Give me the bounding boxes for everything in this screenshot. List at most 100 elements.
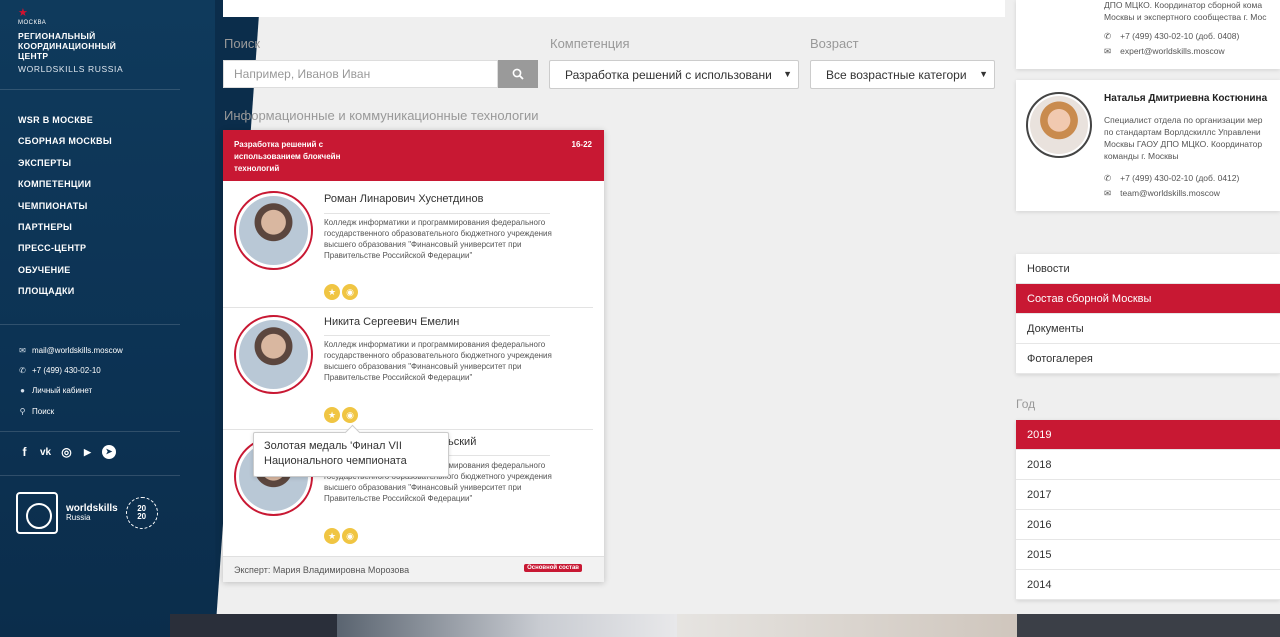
phone-icon: ✆	[19, 365, 26, 375]
year-item[interactable]: 2014	[1016, 570, 1280, 600]
card-footer: Эксперт: Мария Владимировна Морозова Осн…	[223, 556, 604, 582]
contact-phone-text: +7 (499) 430-02-10	[32, 365, 101, 375]
age-label: Возраст	[810, 36, 859, 51]
star-medal-icon[interactable]: ★	[324, 284, 340, 300]
page: ★ МОСКВА РЕГИОНАЛЬНЫЙ КООРДИНАЦИОННЫЙ ЦЕ…	[0, 0, 1280, 637]
staff-phone[interactable]: ✆ +7 (499) 430-02-10 (доб. 0412)	[1104, 173, 1239, 184]
mail-icon: ✉	[1104, 46, 1112, 56]
staff-description-line: Москвы и экспертного сообщества г. Мос	[1104, 12, 1267, 22]
year-item[interactable]: 2018	[1016, 450, 1280, 480]
facebook-icon[interactable]: f	[18, 445, 31, 459]
year-item[interactable]: 2016	[1016, 510, 1280, 540]
year-item[interactable]: 2019	[1016, 420, 1280, 450]
star-icon: ★	[18, 7, 28, 19]
staff-phone-text: +7 (499) 430-02-10 (доб. 0412)	[1120, 173, 1240, 183]
nav-item-competencies[interactable]: КОМПЕТЕНЦИИ	[18, 177, 112, 198]
competence-select[interactable]: Разработка решений с использовани ▼	[549, 60, 799, 89]
instagram-icon[interactable]: ◎	[60, 445, 73, 459]
menu-item-team[interactable]: Состав сборной Москвы	[1016, 284, 1280, 314]
medal-icon[interactable]: ◉	[342, 528, 358, 544]
section-menu: Новости Состав сборной Москвы Документы …	[1016, 254, 1280, 374]
menu-item-news[interactable]: Новости	[1016, 254, 1280, 284]
photo-strip	[170, 614, 1280, 637]
staff-description-line: ДПО МЦКО. Координатор сборной кома	[1104, 0, 1263, 10]
photo-thumb[interactable]	[1017, 614, 1280, 637]
photo-thumb[interactable]	[677, 614, 1017, 637]
education-logo-icon	[16, 492, 58, 534]
cabinet-link[interactable]: ● Личный кабинет	[18, 381, 123, 401]
contact-email[interactable]: ✉ mail@worldskills.moscow	[18, 340, 123, 360]
year-item[interactable]: 2015	[1016, 540, 1280, 570]
nav-item-wsr[interactable]: WSR В МОСКВЕ	[18, 113, 112, 134]
staff-email[interactable]: ✉ expert@worldskills.moscow	[1104, 46, 1225, 57]
staff-email-text: expert@worldskills.moscow	[1120, 46, 1225, 56]
year-list: 2019 2018 2017 2016 2015 2014	[1016, 420, 1280, 600]
status-badge: Основной состав	[524, 564, 582, 572]
age-select[interactable]: Все возрастные категори ▼	[810, 60, 995, 89]
partner-logos: worldskills Russia 20 20	[16, 492, 158, 534]
search-button[interactable]	[498, 60, 538, 88]
search-link-text: Поиск	[32, 406, 55, 416]
staff-description-line: Москвы ГАОУ ДПО МЦКО. Координатор	[1104, 139, 1263, 149]
avatar[interactable]	[234, 191, 313, 270]
year-label: Год	[1016, 397, 1036, 411]
divider	[0, 324, 180, 325]
search-icon	[512, 68, 524, 80]
medals: ★ ◉	[324, 284, 358, 300]
staff-phone[interactable]: ✆ +7 (499) 430-02-10 (доб. 0408)	[1104, 31, 1239, 42]
nav-item-team[interactable]: СБОРНАЯ МОСКВЫ	[18, 134, 112, 155]
member-name[interactable]: Никита Сергеевич Емелин	[324, 316, 459, 328]
social-links: f vk ◎ ▶ ➤	[18, 445, 116, 459]
member-org: Колледж информатики и программирования ф…	[324, 218, 552, 260]
nav-item-partners[interactable]: ПАРТНЕРЫ	[18, 220, 112, 241]
member-item: Роман Линарович Хуснетдинов Колледж инфо…	[223, 181, 593, 303]
section-title: Информационные и коммуникационные технол…	[224, 108, 539, 123]
divider	[0, 431, 180, 432]
staff-description-line: Специалист отдела по организации мер	[1104, 115, 1263, 125]
photo-thumb[interactable]	[337, 614, 677, 637]
youtube-icon[interactable]: ▶	[81, 447, 94, 458]
member-item: Никита Сергеевич Емелин Колледж информат…	[223, 307, 593, 429]
vk-icon[interactable]: vk	[39, 447, 52, 458]
staff-phone-text: +7 (499) 430-02-10 (доб. 0408)	[1120, 31, 1240, 41]
competence-value: Разработка решений с использовани	[565, 68, 772, 82]
member-name[interactable]: Роман Линарович Хуснетдинов	[324, 193, 483, 205]
staff-photo	[1030, 96, 1088, 154]
mail-icon: ✉	[1104, 188, 1112, 198]
sidebar: ★ МОСКВА РЕГИОНАЛЬНЫЙ КООРДИНАЦИОННЫЙ ЦЕ…	[0, 0, 260, 637]
brand-logo[interactable]: ★ МОСКВА РЕГИОНАЛЬНЫЙ КООРДИНАЦИОННЫЙ ЦЕ…	[18, 7, 124, 75]
search-input[interactable]: Например, Иванов Иван	[223, 60, 498, 88]
brand-city: МОСКВА	[18, 20, 47, 26]
chevron-down-icon: ▼	[976, 69, 988, 79]
medal-tooltip: Золотая медаль 'Финал VII Национального …	[253, 432, 449, 477]
nav-item-experts[interactable]: ЭКСПЕРТЫ	[18, 156, 112, 177]
team-card: Разработка решений с использованием блок…	[223, 130, 604, 582]
star-medal-icon[interactable]: ★	[324, 528, 340, 544]
member-name[interactable]: ьский	[448, 436, 476, 448]
star-medal-icon[interactable]: ★	[324, 407, 340, 423]
contact-phone[interactable]: ✆ +7 (499) 430-02-10	[18, 360, 123, 380]
staff-description-line: по стандартам Ворлдскиллс Управлени	[1104, 127, 1261, 137]
age-range: 16-22	[571, 140, 592, 149]
photo-thumb[interactable]	[170, 614, 337, 637]
menu-item-documents[interactable]: Документы	[1016, 314, 1280, 344]
medal-icon[interactable]: ◉	[342, 407, 358, 423]
staff-email[interactable]: ✉ team@worldskills.moscow	[1104, 188, 1220, 199]
nav-item-championships[interactable]: ЧЕМПИОНАТЫ	[18, 199, 112, 220]
year-item[interactable]: 2017	[1016, 480, 1280, 510]
medal-icon[interactable]: ◉	[342, 284, 358, 300]
brand-subtitle: WORLDSKILLS RUSSIA	[18, 64, 124, 74]
search-label: Поиск	[224, 36, 261, 51]
staff-card: Наталья Дмитриевна Костюнина Специалист …	[1016, 80, 1280, 211]
search-link[interactable]: ⚲ Поиск	[18, 401, 123, 421]
avatar	[1026, 92, 1092, 158]
nav-item-venues[interactable]: ПЛОЩАДКИ	[18, 284, 112, 305]
cabinet-link-text: Личный кабинет	[32, 386, 93, 396]
search-icon: ⚲	[19, 406, 26, 416]
nav-item-press[interactable]: ПРЕСС-ЦЕНТР	[18, 241, 112, 262]
avatar[interactable]	[234, 315, 313, 394]
nav-item-education[interactable]: ОБУЧЕНИЕ	[18, 263, 112, 284]
year-2020-badge: 20 20	[125, 497, 158, 529]
menu-item-gallery[interactable]: Фотогалерея	[1016, 344, 1280, 374]
telegram-icon[interactable]: ➤	[102, 445, 116, 459]
